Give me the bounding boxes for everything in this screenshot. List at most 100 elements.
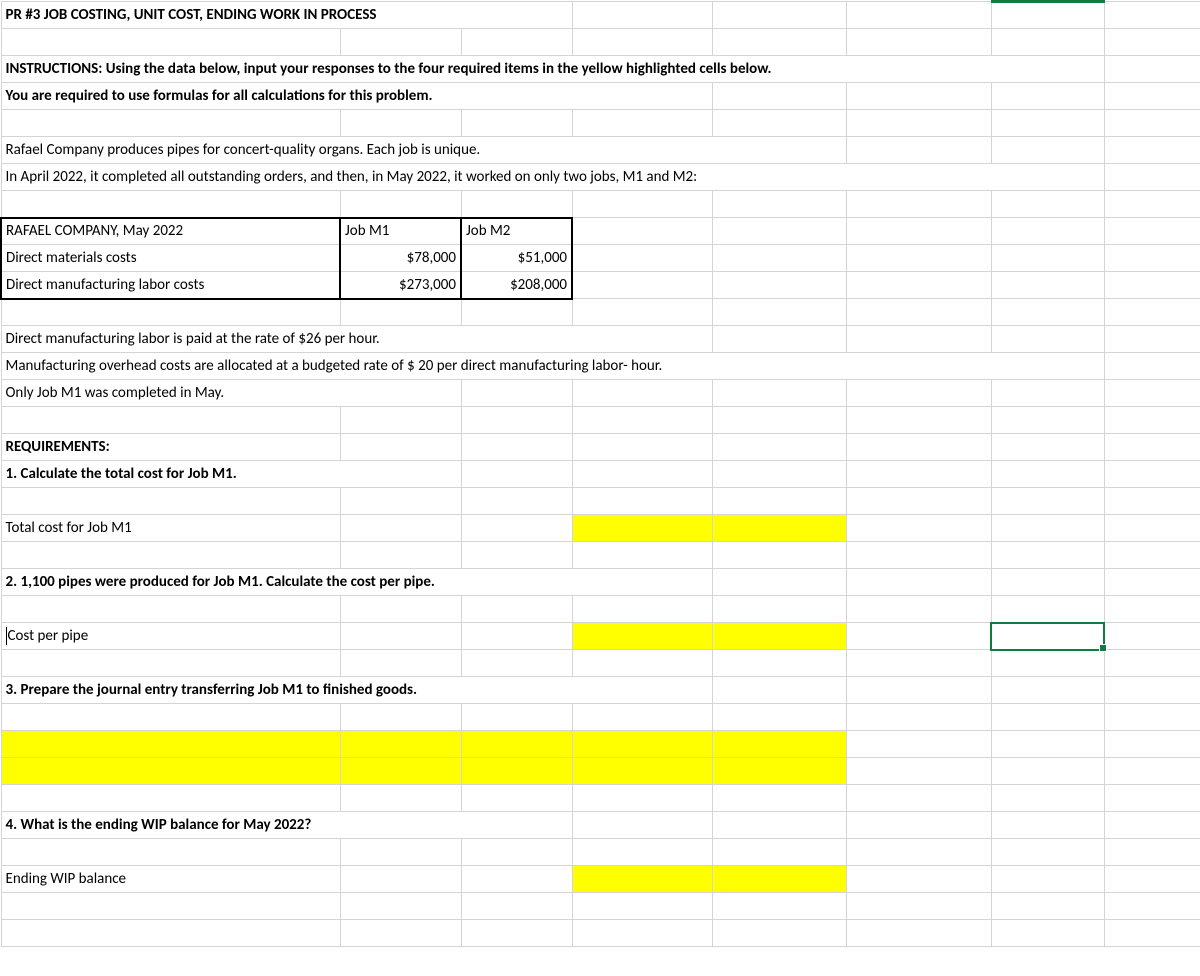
cell[interactable]	[1, 785, 340, 812]
cell[interactable]	[991, 434, 1104, 461]
cell[interactable]	[461, 515, 572, 542]
cell[interactable]	[1104, 866, 1200, 893]
cell[interactable]	[572, 434, 712, 461]
req3-je-row1-a[interactable]	[1, 731, 340, 758]
cell[interactable]	[846, 380, 991, 407]
cell[interactable]	[991, 704, 1104, 731]
cell[interactable]	[572, 542, 712, 569]
cell[interactable]	[1104, 434, 1200, 461]
cell[interactable]	[1104, 596, 1200, 623]
cell[interactable]	[712, 596, 846, 623]
cell[interactable]	[991, 407, 1104, 434]
cell[interactable]	[1104, 704, 1200, 731]
cell[interactable]	[572, 650, 712, 677]
cell[interactable]	[1104, 731, 1200, 758]
cell[interactable]	[572, 272, 712, 299]
cell[interactable]	[1104, 650, 1200, 677]
cell[interactable]	[846, 920, 991, 947]
cell[interactable]	[1104, 245, 1200, 272]
cell[interactable]	[846, 758, 991, 785]
cell[interactable]	[572, 218, 712, 245]
cell[interactable]	[572, 704, 712, 731]
cell[interactable]	[846, 704, 991, 731]
cell[interactable]	[572, 488, 712, 515]
cell[interactable]	[572, 596, 712, 623]
cell[interactable]	[572, 245, 712, 272]
req3-je-row2-e[interactable]	[712, 758, 846, 785]
cell[interactable]	[712, 326, 846, 353]
cell[interactable]	[1104, 623, 1200, 650]
cell[interactable]	[340, 191, 461, 218]
cell[interactable]	[1104, 299, 1200, 326]
cell[interactable]	[712, 488, 846, 515]
cell[interactable]	[572, 29, 712, 56]
cell[interactable]	[1104, 110, 1200, 137]
cell[interactable]	[846, 677, 991, 704]
cell[interactable]	[572, 299, 712, 326]
cell[interactable]	[572, 812, 712, 839]
cell[interactable]	[846, 839, 991, 866]
cell[interactable]	[461, 488, 572, 515]
cell[interactable]	[340, 596, 461, 623]
cell[interactable]	[991, 677, 1104, 704]
cell[interactable]	[991, 893, 1104, 920]
req3-je-row1-c[interactable]	[461, 731, 572, 758]
data-row-dl-m1[interactable]: $273,000	[340, 272, 461, 299]
cell[interactable]	[340, 704, 461, 731]
cell[interactable]	[1, 650, 340, 677]
cell[interactable]	[461, 299, 572, 326]
cell[interactable]	[1104, 407, 1200, 434]
cell[interactable]	[846, 29, 991, 56]
cell[interactable]	[991, 218, 1104, 245]
cell[interactable]	[572, 110, 712, 137]
cell[interactable]	[461, 596, 572, 623]
cell[interactable]	[1, 29, 340, 56]
cell[interactable]	[1104, 785, 1200, 812]
cell[interactable]	[991, 191, 1104, 218]
cell[interactable]	[991, 245, 1104, 272]
req3-je-row1-d[interactable]	[572, 731, 712, 758]
cell[interactable]	[461, 866, 572, 893]
cell[interactable]	[340, 515, 461, 542]
cell[interactable]	[846, 191, 991, 218]
cell[interactable]	[461, 920, 572, 947]
cell[interactable]	[1104, 461, 1200, 488]
cell[interactable]	[1104, 56, 1200, 83]
cell[interactable]	[340, 839, 461, 866]
cell[interactable]	[991, 137, 1104, 164]
cell[interactable]	[461, 29, 572, 56]
cell[interactable]	[712, 677, 846, 704]
cell[interactable]	[712, 191, 846, 218]
cell[interactable]	[991, 758, 1104, 785]
cell[interactable]	[340, 623, 461, 650]
cell[interactable]	[572, 191, 712, 218]
cell[interactable]	[712, 380, 846, 407]
cell[interactable]	[846, 893, 991, 920]
cell[interactable]	[1104, 677, 1200, 704]
cell[interactable]	[991, 272, 1104, 299]
cell[interactable]	[991, 488, 1104, 515]
cell[interactable]	[572, 785, 712, 812]
cell[interactable]	[572, 380, 712, 407]
spreadsheet-grid[interactable]: PR #3 JOB COSTING, UNIT COST, ENDING WOR…	[0, 0, 1200, 947]
cell[interactable]	[712, 704, 846, 731]
req3-je-row2-d[interactable]	[572, 758, 712, 785]
req3-je-row2-c[interactable]	[461, 758, 572, 785]
cell[interactable]	[572, 920, 712, 947]
cell[interactable]	[340, 650, 461, 677]
cell[interactable]	[340, 434, 461, 461]
cell[interactable]	[1104, 920, 1200, 947]
cell[interactable]	[712, 650, 846, 677]
cell[interactable]	[846, 812, 991, 839]
cell[interactable]	[340, 920, 461, 947]
cell[interactable]	[846, 434, 991, 461]
req4-answer-cell[interactable]	[572, 866, 712, 893]
cell[interactable]	[991, 461, 1104, 488]
cell[interactable]	[846, 515, 991, 542]
cell[interactable]	[461, 650, 572, 677]
cell[interactable]	[340, 299, 461, 326]
cell[interactable]	[846, 623, 991, 650]
cell[interactable]	[1, 704, 340, 731]
cell[interactable]	[712, 29, 846, 56]
cell[interactable]	[846, 650, 991, 677]
